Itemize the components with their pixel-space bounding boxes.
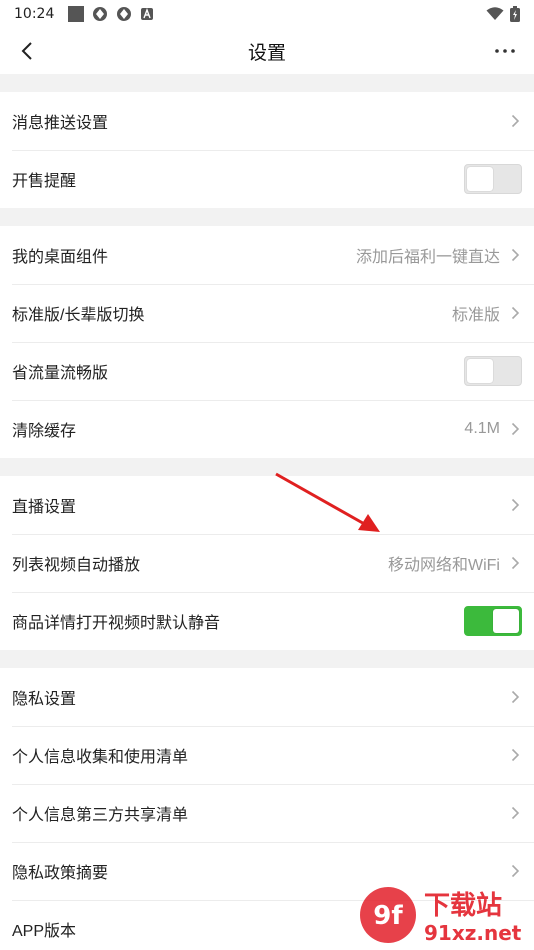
settings-row-label: 隐私政策摘要	[12, 865, 109, 882]
settings-row-label: 个人信息收集和使用清单	[12, 749, 189, 766]
keyboard-notification-icon	[141, 8, 154, 20]
settings-row-label: 个人信息第三方共享清单	[12, 807, 189, 824]
settings-row-label: 商品详情打开视频时默认静音	[12, 615, 221, 632]
settings-row[interactable]: 清除缓存 4.1M	[0, 400, 534, 458]
settings-row[interactable]: 标准版/长辈版切换 标准版	[0, 284, 534, 342]
notification-icons	[68, 6, 154, 22]
settings-row-value: 标准版	[451, 307, 500, 324]
settings-row-label: 直播设置	[12, 499, 77, 516]
back-button[interactable]	[12, 36, 42, 66]
toggle-knob	[467, 359, 493, 383]
group-separator	[0, 458, 534, 476]
settings-row-label: 省流量流畅版	[12, 365, 109, 382]
settings-row-label: 隐私设置	[12, 691, 77, 708]
app-notification-icon	[117, 7, 132, 21]
wifi-icon	[486, 7, 504, 20]
chevron-right-icon	[508, 422, 522, 436]
chevron-left-icon	[21, 42, 32, 60]
chevron-right-icon	[508, 306, 522, 320]
watermark-url: 91xz.net	[424, 921, 522, 945]
settings-row-label: 列表视频自动播放	[12, 557, 141, 574]
watermark-title: 下载站	[424, 891, 502, 921]
group-separator	[0, 74, 534, 92]
toggle-switch[interactable]	[464, 356, 522, 386]
settings-row[interactable]: 列表视频自动播放 移动网络和WiFi	[0, 534, 534, 592]
chevron-right-icon	[508, 114, 522, 128]
settings-row[interactable]: 商品详情打开视频时默认静音	[0, 592, 534, 650]
chevron-right-icon	[508, 748, 522, 762]
settings-row[interactable]: 省流量流畅版	[0, 342, 534, 400]
settings-row[interactable]: 个人信息第三方共享清单	[0, 784, 534, 842]
svg-text:9f: 9f	[373, 901, 403, 931]
nav-bar: 设置	[0, 28, 534, 74]
settings-row[interactable]: 开售提醒	[0, 150, 534, 208]
chevron-right-icon	[508, 690, 522, 704]
settings-row-value: 移动网络和WiFi	[388, 557, 500, 574]
settings-row-label: 标准版/长辈版切换	[12, 307, 145, 324]
settings-row-value: 4.1M	[464, 420, 500, 437]
chevron-right-icon	[508, 806, 522, 820]
toggle-switch[interactable]	[464, 164, 522, 194]
chevron-right-icon	[508, 498, 522, 512]
settings-row-value: 添加后福利一键直达	[355, 249, 500, 266]
status-time: 10:24	[14, 6, 55, 22]
group-separator	[0, 650, 534, 668]
settings-group: 消息推送设置 开售提醒	[0, 92, 534, 208]
chevron-right-icon	[508, 864, 522, 878]
settings-row-label: 我的桌面组件	[12, 249, 109, 266]
settings-row[interactable]: 个人信息收集和使用清单	[0, 726, 534, 784]
settings-row-label: 开售提醒	[12, 173, 77, 190]
toggle-switch[interactable]	[464, 606, 522, 636]
group-separator	[0, 208, 534, 226]
settings-row-label: 消息推送设置	[12, 115, 109, 132]
settings-row[interactable]: 直播设置	[0, 476, 534, 534]
chevron-right-icon	[508, 248, 522, 262]
gallery-notification-icon	[68, 6, 85, 22]
settings-row[interactable]: 隐私设置	[0, 668, 534, 726]
chevron-right-icon	[508, 556, 522, 570]
settings-group: 直播设置列表视频自动播放 移动网络和WiFi 商品详情打开视频时默认静音	[0, 476, 534, 650]
app-notification-icon	[93, 7, 108, 21]
page-title: 设置	[247, 42, 286, 64]
status-bar: 10:24	[0, 0, 534, 28]
settings-row[interactable]: 消息推送设置	[0, 92, 534, 150]
toggle-knob	[493, 609, 519, 633]
settings-row-label: 清除缓存	[12, 423, 77, 440]
settings-list: 消息推送设置 开售提醒我的桌面组件 添加后福利一键直达标准版/长辈版切换 标准版省流量…	[0, 74, 534, 950]
more-dots-icon	[495, 49, 515, 53]
battery-icon	[510, 6, 520, 22]
toggle-knob	[467, 167, 493, 191]
watermark-logo: 9f 下载站 91xz.net	[360, 887, 522, 945]
more-button[interactable]	[490, 36, 520, 66]
settings-row[interactable]: 我的桌面组件 添加后福利一键直达	[0, 226, 534, 284]
settings-group: 我的桌面组件 添加后福利一键直达标准版/长辈版切换 标准版省流量流畅版 清除缓存 4.1…	[0, 226, 534, 458]
